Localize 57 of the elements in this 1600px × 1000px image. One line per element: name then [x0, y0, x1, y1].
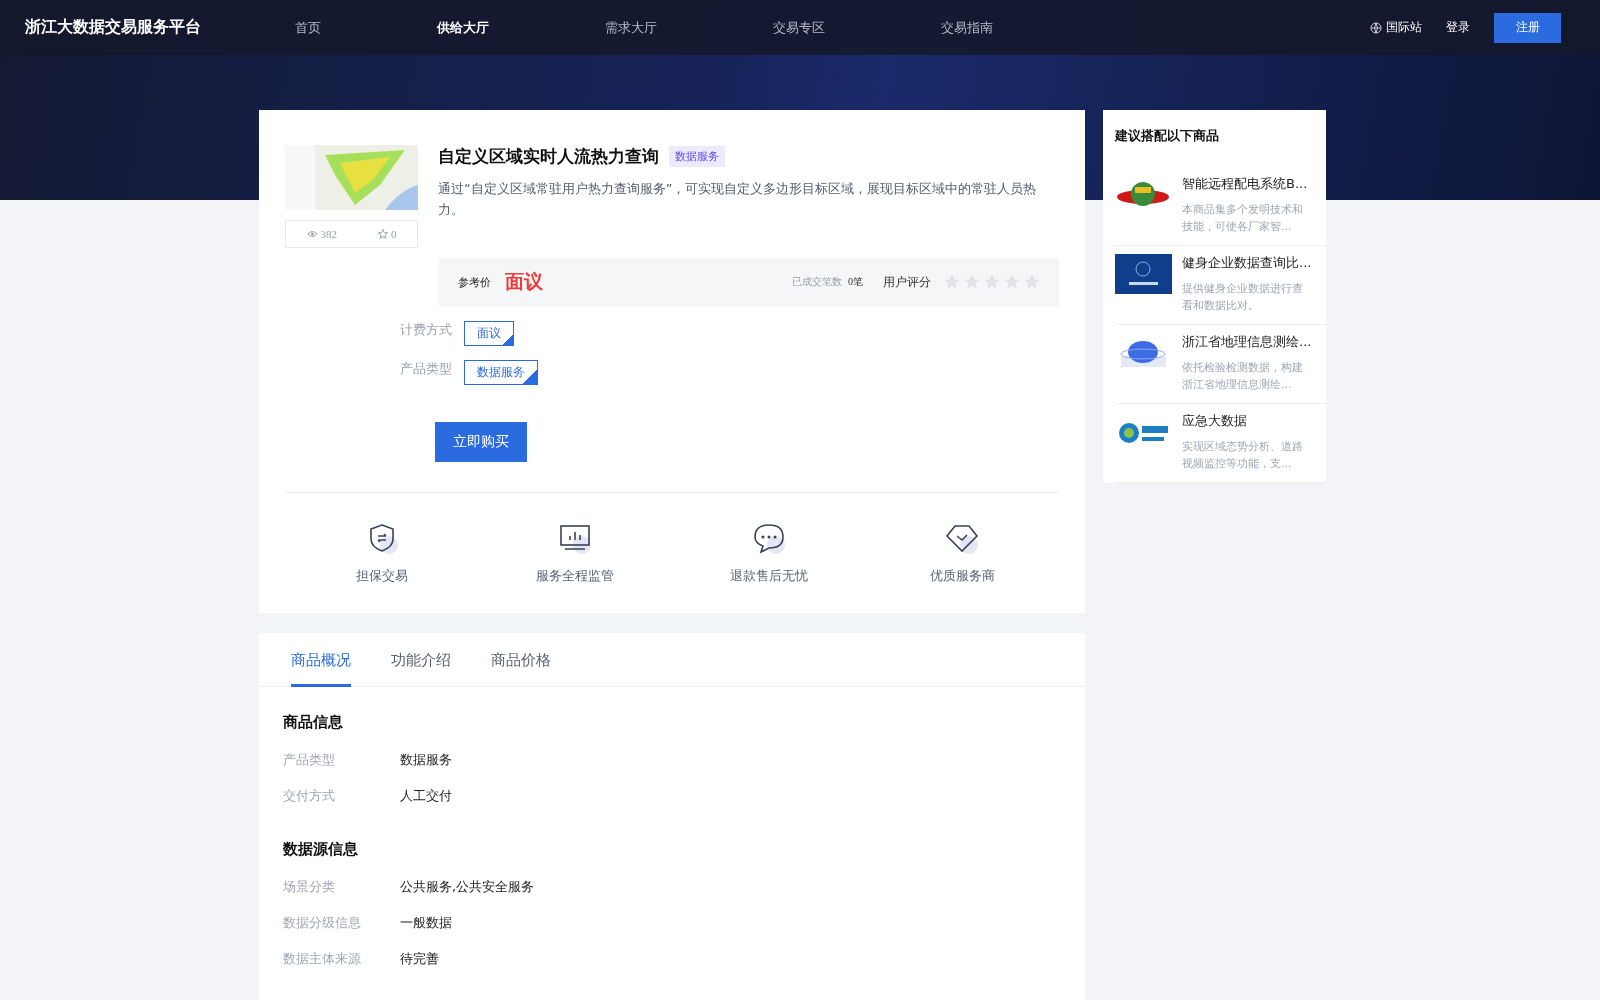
- product-description: 通过“自定义区域常驻用户热力查询服务”，可实现自定义多边形目标区域，展现目标区域中的常驻人员热力。: [438, 180, 1038, 219]
- section-title: 数据源信息: [283, 840, 359, 859]
- globe-icon: [1370, 21, 1382, 34]
- site-logo[interactable]: 浙江大数据交易服务平台: [25, 17, 295, 38]
- field-value: 公共服务,公共安全服务: [400, 878, 535, 896]
- field-value: 待完善: [400, 950, 439, 968]
- feature-label: 退款售后无忧: [729, 567, 808, 585]
- login-link[interactable]: 登录: [1446, 19, 1470, 36]
- nav-link[interactable]: 需求大厅: [605, 18, 657, 37]
- suggestions-title: 建议搭配以下商品: [1115, 127, 1220, 145]
- rating-label: 用户评分: [883, 273, 931, 291]
- option-chip[interactable]: 面议: [464, 321, 514, 346]
- price-label: 参考价: [458, 274, 491, 290]
- option-label: 计费方式: [400, 321, 452, 339]
- tab[interactable]: 商品价格: [491, 633, 551, 687]
- field-label: 场景分类: [283, 878, 336, 896]
- price-value: 面议: [505, 269, 544, 294]
- feature-label: 担保交易: [355, 567, 408, 585]
- field-value: 一般数据: [400, 914, 452, 932]
- option-label: 产品类型: [400, 360, 452, 378]
- nav-link[interactable]: 交易专区: [773, 18, 825, 37]
- nav-link[interactable]: 供给大厅: [437, 18, 489, 37]
- view-count: 382: [320, 228, 337, 240]
- field-value: 人工交付: [400, 787, 452, 805]
- eye-icon: [306, 230, 318, 238]
- suggestion-name[interactable]: 浙江省地理信息测绘...: [1182, 333, 1312, 351]
- buy-button[interactable]: 立即购买: [435, 422, 527, 462]
- suggestion-name[interactable]: 健身企业数据查询比...: [1182, 254, 1312, 272]
- field-label: 数据分级信息: [283, 914, 362, 932]
- category-tag: 数据服务: [669, 146, 725, 167]
- suggestion-description: 依托检验检测数据，构建浙江省地理信息测绘...: [1182, 360, 1304, 393]
- feature-label: 优质服务商: [929, 567, 995, 585]
- deals-value: 0笔: [848, 275, 863, 289]
- suggestion-name[interactable]: 应急大数据: [1182, 412, 1312, 430]
- international-link[interactable]: 国际站: [1370, 19, 1422, 36]
- deals-label: 已成交笔数: [792, 275, 842, 289]
- field-label: 产品类型: [283, 751, 336, 769]
- register-button[interactable]: 注册: [1494, 12, 1561, 43]
- suggestion-name[interactable]: 智能远程配电系统B...: [1182, 175, 1312, 193]
- nav-link[interactable]: 交易指南: [941, 18, 993, 37]
- product-title: 自定义区域实时人流热力查询: [438, 145, 659, 168]
- tab[interactable]: 功能介绍: [391, 633, 451, 687]
- suggestion-description: 提供健身企业数据进行查看和数据比对。: [1182, 281, 1304, 314]
- option-chip[interactable]: 数据服务: [464, 360, 538, 385]
- star-icon: [378, 229, 388, 239]
- feature-label: 服务全程监管: [536, 567, 615, 585]
- field-label: 交付方式: [283, 787, 336, 805]
- international-label: 国际站: [1386, 19, 1422, 36]
- tab[interactable]: 商品概况: [291, 633, 351, 687]
- suggestion-description: 实现区域态势分析、道路视频监控等功能，支...: [1182, 439, 1304, 472]
- field-value: 数据服务: [400, 751, 452, 769]
- chat-icon: [751, 521, 786, 555]
- favorite-count: 0: [391, 228, 397, 240]
- suggestion-description: 本商品集多个发明技术和技能，可使各厂家智...: [1182, 202, 1304, 235]
- section-title: 商品信息: [283, 713, 344, 732]
- nav-link[interactable]: 首页: [295, 18, 321, 37]
- field-label: 数据主体来源: [283, 950, 362, 968]
